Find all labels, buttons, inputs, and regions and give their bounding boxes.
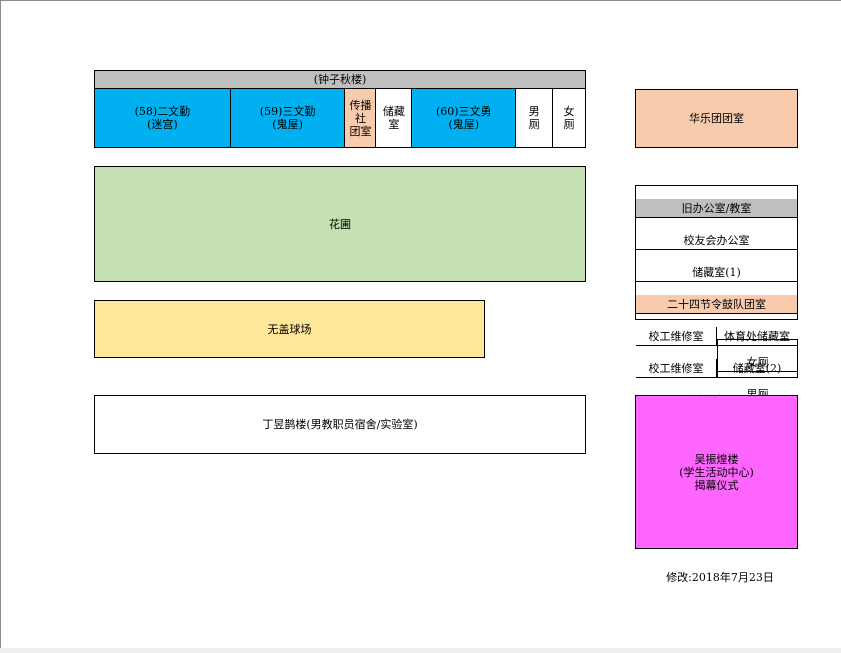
media-club-room: 传播 社 团室 (345, 89, 377, 147)
old-office-title: 旧办公室/教室 (636, 199, 797, 218)
page-border-left (0, 0, 1, 653)
zhongziqiu-rooms: (58)二文勤 (迷宫) (59)三文勤 (鬼屋) 传播 社 团室 储藏 室 (… (94, 88, 586, 148)
janitor-repair-room-1: 校工维修室 (636, 327, 717, 345)
dingyi-building: 丁昱鹊楼(男教职员宿舍/实验室) (94, 395, 586, 454)
room-60: (60)三文勇 (鬼屋) (412, 89, 517, 147)
room-59: (59)三文勤 (鬼屋) (230, 89, 346, 147)
chinese-orchestra-room: 华乐团团室 (635, 89, 798, 148)
page-border-top (0, 0, 841, 1)
open-court: 无盖球场 (94, 300, 485, 358)
storage-room: 储藏 室 (376, 89, 413, 147)
garden: 花圃 (94, 166, 586, 282)
toilet-block: 女厕 男厕 (717, 339, 798, 401)
storage-room-1: 储藏室(1) (636, 263, 797, 282)
modified-date: 修改:2018年7月23日 (666, 571, 774, 584)
old-office-block: 旧办公室/教室 校友会办公室 储藏室(1) 二十四节令鼓队团室 校工维修室 体育… (635, 185, 798, 407)
page-bottom-shadow (0, 648, 841, 653)
zhongziqiu-title: (钟子秋楼) (94, 70, 586, 89)
male-toilet: 男 厕 (516, 89, 554, 147)
toilet-female: 女厕 (718, 353, 797, 372)
alumni-office: 校友会办公室 (636, 231, 797, 250)
female-toilet: 女 厕 (563, 105, 575, 131)
room-58: (58)二文勤 (迷宫) (95, 89, 231, 147)
drum-team-room: 二十四节令鼓队团室 (636, 295, 797, 314)
janitor-repair-room-2: 校工维修室 (636, 359, 717, 377)
activity-center-building: 吴振煌楼 (学生活动中心) 揭幕仪式 (635, 395, 798, 549)
